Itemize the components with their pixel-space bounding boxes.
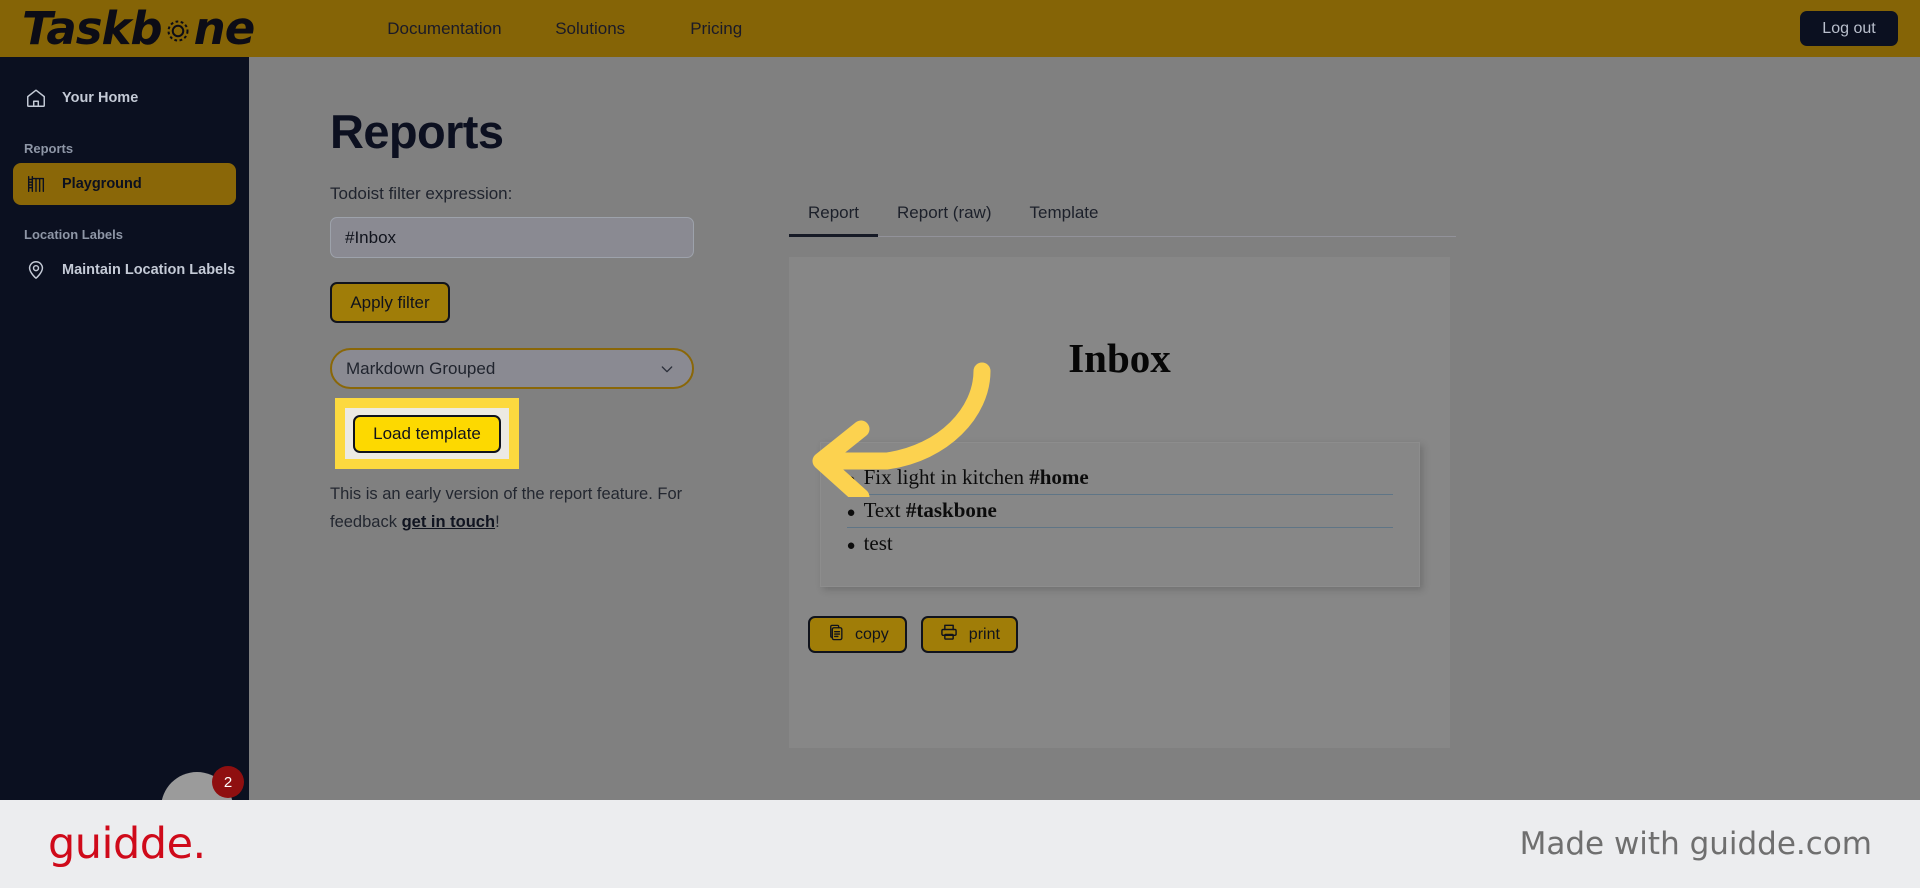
made-with-guidde-label: Made with guidde.com	[1519, 826, 1872, 862]
copy-button[interactable]: copy	[808, 616, 907, 653]
guidde-logo: guidde.	[48, 819, 206, 869]
task-text-main: Fix light in kitchen	[863, 465, 1030, 489]
report-action-buttons: copy print	[808, 616, 1450, 653]
clipboard-icon	[826, 623, 845, 647]
brand-logo[interactable]: Taskb ne	[22, 2, 256, 55]
bullet-icon: ●	[846, 472, 856, 488]
bullet-icon: ●	[846, 538, 856, 554]
print-button[interactable]: print	[920, 616, 1018, 653]
sidebar-item-maintain-location-labels[interactable]: Maintain Location Labels	[13, 249, 236, 291]
playground-icon	[24, 172, 48, 196]
filter-expression-label: Todoist filter expression:	[330, 184, 513, 203]
chevron-down-icon	[659, 361, 675, 377]
print-button-label: print	[968, 625, 1000, 643]
task-row[interactable]: ● Fix light in kitchen #home	[846, 462, 1393, 495]
gear-icon	[163, 16, 193, 46]
task-text: test	[864, 533, 893, 554]
printer-icon	[939, 622, 959, 647]
nav-link-solutions[interactable]: Solutions	[555, 19, 690, 39]
task-row[interactable]: ● test	[847, 528, 1393, 560]
template-select-value: Markdown Grouped	[346, 358, 496, 378]
feedback-note-text-after: !	[495, 513, 500, 531]
brand-text-last: ne	[193, 2, 256, 55]
sidebar-item-label-maintain: Maintain Location Labels	[62, 262, 236, 278]
sidebar-item-label-playground: Playground	[62, 176, 142, 192]
map-pin-icon	[24, 258, 48, 282]
load-template-highlight: Load template	[335, 398, 519, 469]
task-text-main: test	[863, 531, 893, 555]
help-fab-badge: 2	[212, 766, 244, 798]
guidde-footer: guidde. Made with guidde.com	[0, 800, 1920, 888]
feedback-note: This is an early version of the report f…	[330, 480, 690, 536]
app-window: Taskb ne Documentation Solutions Pricing …	[0, 0, 1920, 800]
sidebar-item-label-your-home: Your Home	[62, 90, 139, 106]
template-select[interactable]: Markdown Grouped	[330, 348, 694, 389]
sidebar-section-reports: Reports	[24, 141, 74, 156]
load-template-button[interactable]: Load template	[353, 414, 501, 453]
report-tabs: Report Report (raw) Template	[789, 194, 1456, 237]
brand-text-first: Taskb	[22, 2, 163, 55]
nav-link-pricing[interactable]: Pricing	[690, 19, 742, 39]
copy-button-label: copy	[855, 625, 889, 643]
logout-button[interactable]: Log out	[1800, 11, 1898, 46]
task-text: Text #taskbone	[864, 500, 997, 521]
report-preview-panel: Inbox ● Fix light in kitchen #home ● Tex…	[789, 257, 1450, 748]
sidebar-section-location-labels: Location Labels	[24, 227, 123, 242]
nav-links: Documentation Solutions Pricing	[387, 19, 742, 39]
report-area: Report Report (raw) Template Inbox ● Fix…	[789, 194, 1889, 748]
home-icon	[24, 86, 48, 110]
sidebar-item-your-home[interactable]: Your Home	[13, 77, 236, 119]
bullet-icon: ●	[846, 505, 856, 521]
main-content: Reports Todoist filter expression: Apply…	[249, 57, 1920, 800]
load-template-highlight-inner: Load template	[345, 408, 509, 459]
tab-report[interactable]: Report	[789, 194, 879, 237]
report-title: Inbox	[1068, 335, 1171, 381]
task-tag: #taskbone	[905, 498, 997, 522]
nav-link-documentation[interactable]: Documentation	[387, 19, 555, 39]
filter-expression-input[interactable]	[330, 217, 694, 258]
task-tag: #home	[1029, 465, 1089, 489]
task-row[interactable]: ● Text #taskbone	[846, 495, 1393, 528]
top-navigation-bar: Taskb ne Documentation Solutions Pricing …	[0, 0, 1920, 57]
sidebar: Your Home Reports Playground Location La…	[0, 57, 249, 800]
apply-filter-button[interactable]: Apply filter	[330, 282, 450, 323]
task-list-card: ● Fix light in kitchen #home ● Text #tas…	[819, 442, 1420, 587]
sidebar-item-playground[interactable]: Playground	[13, 163, 236, 205]
get-in-touch-link[interactable]: get in touch	[402, 513, 496, 531]
report-form-column: Todoist filter expression: Apply filter …	[330, 184, 750, 531]
page-title: Reports	[330, 105, 504, 158]
tab-template[interactable]: Template	[1011, 194, 1118, 237]
task-text: Fix light in kitchen #home	[864, 467, 1089, 488]
task-text-main: Text	[863, 498, 906, 522]
feedback-note-text-before: This is an early version of the report f…	[330, 485, 683, 531]
tab-report-raw[interactable]: Report (raw)	[878, 194, 1010, 237]
